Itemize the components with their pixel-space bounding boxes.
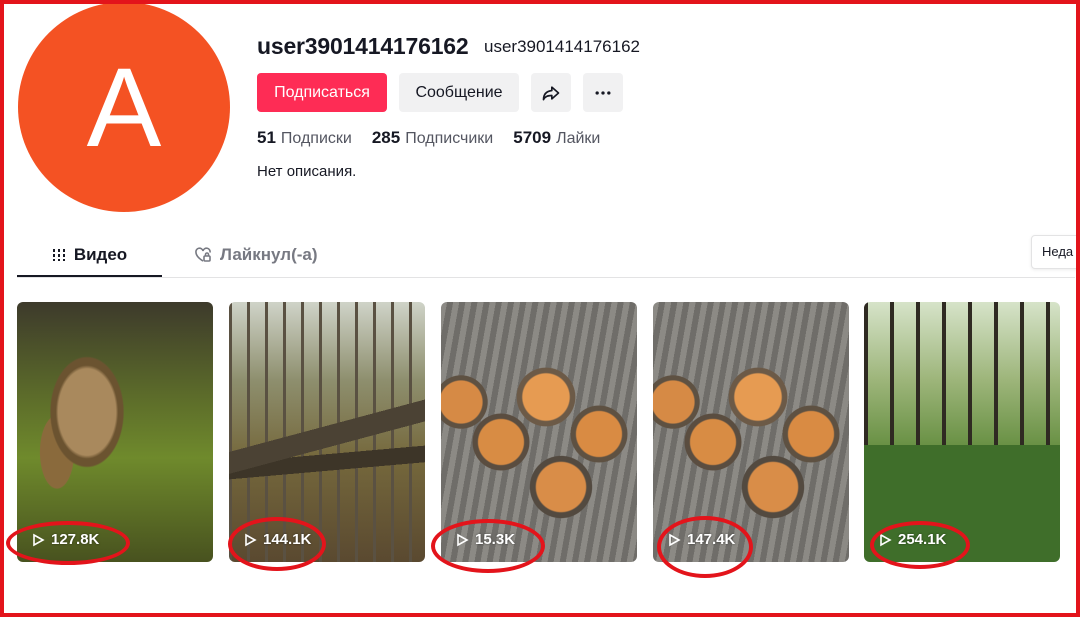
follow-button[interactable]: Подписаться <box>257 73 387 112</box>
play-icon <box>33 533 45 546</box>
followers-label: Подписчики <box>405 130 494 147</box>
sort-dropdown[interactable]: Неда <box>1031 235 1080 269</box>
profile-stats: 51 Подписки 285 Подписчики 5709 Лайки <box>257 128 600 148</box>
tab-videos[interactable]: Видео <box>17 234 162 277</box>
avatar[interactable]: A <box>18 2 230 212</box>
more-icon <box>595 90 611 95</box>
tab-liked[interactable]: Лайкнул(-а) <box>194 234 318 276</box>
video-views: 254.1K <box>878 531 946 548</box>
likes-label: Лайки <box>556 130 601 147</box>
message-button[interactable]: Сообщение <box>399 73 519 112</box>
video-views: 147.4K <box>667 531 735 548</box>
username-title: user3901414176162 <box>257 33 469 59</box>
heart-lock-icon <box>194 247 212 263</box>
followers-stat[interactable]: 285 Подписчики <box>372 128 493 148</box>
share-icon <box>542 85 560 100</box>
video-card[interactable]: 15.3K <box>441 302 637 562</box>
play-icon <box>245 533 257 546</box>
video-card[interactable]: 254.1K <box>864 302 1060 562</box>
tab-liked-label: Лайкнул(-а) <box>220 245 318 264</box>
more-button[interactable] <box>583 73 623 112</box>
video-card[interactable]: 147.4K <box>653 302 849 562</box>
following-count: 51 <box>257 128 276 147</box>
video-views: 144.1K <box>243 531 311 548</box>
view-count: 127.8K <box>51 531 100 548</box>
view-count: 15.3K <box>475 531 516 548</box>
likes-stat: 5709 Лайки <box>513 128 600 148</box>
likes-count: 5709 <box>513 128 552 147</box>
grid-icon <box>52 248 66 262</box>
profile-tabs: Видео Лайкнул(-а) <box>17 234 1075 278</box>
following-label: Подписки <box>280 130 352 147</box>
view-count: 147.4K <box>687 531 736 548</box>
share-button[interactable] <box>531 73 571 112</box>
tab-videos-label: Видео <box>73 244 128 264</box>
video-views: 127.8K <box>31 531 99 548</box>
nickname: user3901414176162 <box>484 37 640 56</box>
video-card[interactable]: 127.8K <box>17 302 213 562</box>
view-count: 254.1K <box>898 531 947 548</box>
view-count: 144.1K <box>263 531 312 548</box>
play-icon <box>880 533 892 546</box>
avatar-letter: A <box>86 44 162 170</box>
video-card[interactable]: 144.1K <box>229 302 425 562</box>
profile-bio: Нет описания. <box>257 163 357 180</box>
play-icon <box>669 533 681 546</box>
video-views: 15.3K <box>455 531 515 548</box>
play-icon <box>457 533 469 546</box>
following-stat[interactable]: 51 Подписки <box>257 128 352 148</box>
followers-count: 285 <box>371 128 401 147</box>
